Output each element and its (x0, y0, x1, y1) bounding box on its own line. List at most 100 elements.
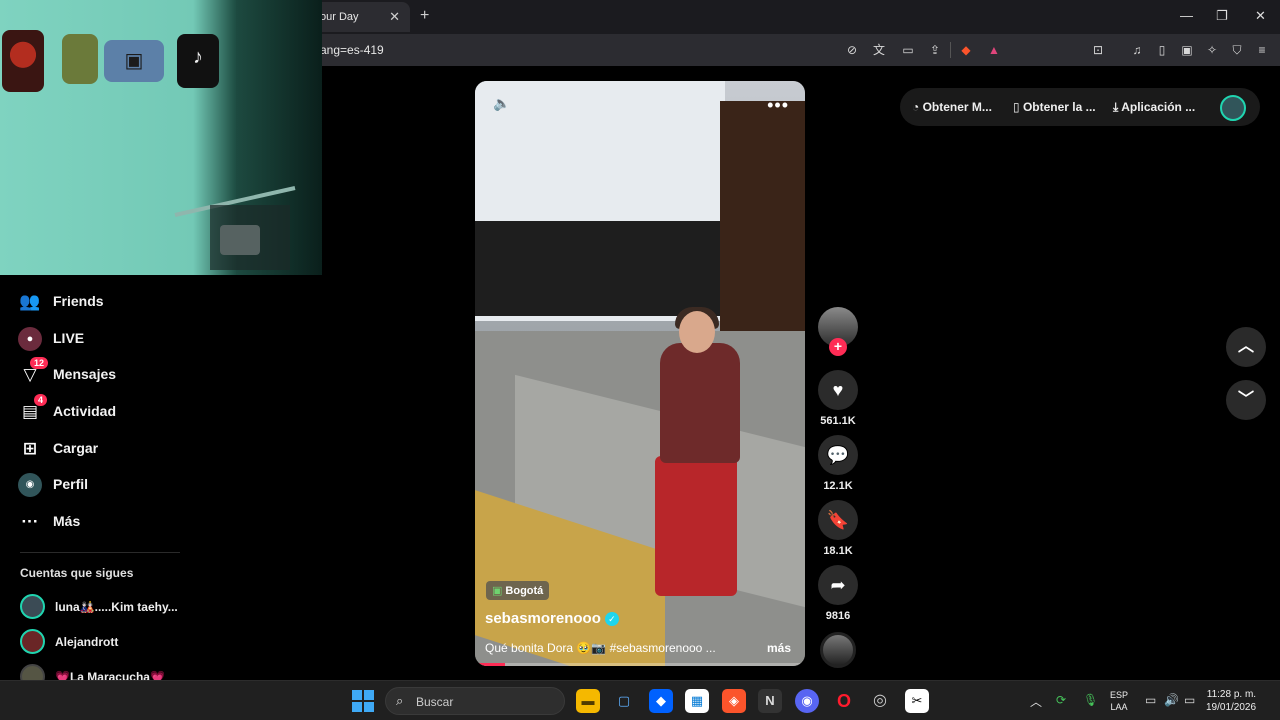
sound-avatar[interactable] (820, 632, 856, 668)
comment-icon[interactable]: 💬 (818, 435, 858, 475)
minimize-button[interactable]: — (1180, 8, 1193, 23)
live-icon: ● (18, 327, 42, 351)
vpn-icon[interactable]: ⛉ (1229, 42, 1245, 58)
more-options-icon[interactable]: ••• (767, 95, 789, 116)
microphone-icon[interactable]: 🎙 (1083, 693, 1098, 707)
following-account-name: luna🎎.....Kim taehy... (55, 600, 178, 614)
user-avatar[interactable] (1220, 95, 1246, 121)
wallet-icon[interactable]: ▣ (1179, 42, 1195, 58)
video-frame-person-legs (655, 456, 737, 596)
capcut-icon[interactable]: ✂ (905, 689, 929, 713)
share-count: 9816 (825, 610, 851, 622)
tiktok-logo-sticker: ♪ (177, 34, 219, 88)
location-label: Bogotá (505, 585, 544, 597)
webcam-overlay: ▣ ♪ (0, 0, 322, 275)
brave-shield-icon[interactable]: ◆ (958, 42, 974, 58)
sync-icon[interactable]: ⟳ (1056, 693, 1066, 707)
maximize-button[interactable]: ❐ (1216, 8, 1228, 24)
get-coins-button[interactable]: ◔ Obtener M... (912, 100, 992, 114)
search-icon: ⌕ (396, 693, 404, 708)
url-text[interactable]: ang=es-419 (320, 43, 384, 57)
sidebar-item-label: Más (53, 513, 81, 529)
video-frame-person-head (679, 311, 715, 353)
share-action[interactable]: ➦ 9816 (818, 565, 858, 622)
twitch-logo-sticker: ▣ (104, 40, 164, 82)
network-icon[interactable]: ▭ (1145, 693, 1156, 707)
input-language[interactable]: ESP LAA (1110, 689, 1128, 713)
close-window-button[interactable]: ✕ (1255, 8, 1266, 24)
tray-chevron-up-icon[interactable]: ︿ (1030, 693, 1042, 710)
desktop-app-label: Aplicación ... (1121, 100, 1196, 114)
sidebar-item-label: Cargar (53, 440, 99, 456)
app-icon[interactable]: ▢ (612, 689, 636, 713)
bookmark-icon[interactable]: 🔖 (818, 500, 858, 540)
heart-icon[interactable]: ♥ (818, 370, 858, 410)
pixel-character-sticker (62, 34, 98, 84)
obs-icon[interactable]: ◎ (868, 689, 892, 713)
volume-icon[interactable]: 🔊 (1164, 693, 1179, 707)
upload-icon: ⊞ (22, 439, 38, 458)
caption-more-link[interactable]: más (767, 641, 791, 655)
share-arrow-icon[interactable]: ➦ (818, 565, 858, 605)
no-translate-icon[interactable]: ⊘ (844, 42, 860, 58)
get-app-button[interactable]: ▯ Obtener la ... (1013, 100, 1096, 114)
share-icon[interactable]: ⇪ (927, 42, 943, 58)
battery-icon[interactable]: ▭ (1184, 693, 1195, 707)
top-actions-bar: ◔ Obtener M... ▯ Obtener la ... ⤓ Aplica… (900, 88, 1260, 126)
menu-icon[interactable]: ≡ (1254, 42, 1270, 58)
microsoft-store-icon[interactable]: ▦ (685, 689, 709, 713)
sidebar-item-label: Actividad (53, 403, 117, 419)
video-frame-building-base (475, 221, 725, 316)
video-author[interactable]: sebasmorenooo ✓ (485, 610, 619, 627)
location-pin-icon: ▣ (492, 585, 503, 597)
next-video-chevron-down-icon[interactable]: ﹀ (1226, 380, 1266, 420)
language-code: ESP (1110, 690, 1129, 700)
cast-icon[interactable]: ▭ (900, 42, 916, 58)
video-frame-person-vest (660, 343, 740, 463)
comment-count: 12.1K (823, 480, 853, 492)
author-name: sebasmorenooo (485, 610, 601, 627)
get-app-label: Obtener la ... (1022, 100, 1096, 114)
sidebar-toggle-icon[interactable]: ▯ (1154, 42, 1170, 58)
windows-taskbar: ⌕ Buscar ▬ ▢ ◆ ▦ ◈ N ◉ O ◎ ✂ ︿ ⟳ 🎙 ESP L… (0, 680, 1280, 720)
new-tab-button[interactable]: + (420, 7, 429, 25)
pixel-cat-sticker (2, 30, 44, 92)
more-icon: ··· (21, 512, 39, 531)
screenshot-icon[interactable]: ⊡ (1090, 42, 1106, 58)
dropbox-icon[interactable]: ◆ (649, 689, 673, 713)
webcam-bike (174, 186, 296, 270)
taskbar-search[interactable]: ⌕ Buscar (385, 687, 565, 715)
verified-icon: ✓ (604, 612, 619, 627)
tab-close-icon[interactable]: ✕ (389, 9, 400, 25)
video-progress-bar[interactable] (475, 663, 805, 666)
windows-start-icon[interactable] (352, 690, 374, 712)
rewards-icon[interactable]: ▲ (986, 42, 1002, 58)
discord-icon[interactable]: ◉ (795, 689, 819, 713)
translate-icon[interactable]: 文 (871, 42, 887, 58)
desktop-app-button[interactable]: ⤓ Aplicación ... (1113, 100, 1195, 115)
file-explorer-icon[interactable]: ▬ (576, 689, 600, 713)
following-section-title: Cuentas que sigues (20, 566, 134, 580)
opera-icon[interactable]: O (832, 689, 856, 713)
activity-badge: 4 (34, 394, 48, 406)
following-account-name: Alejandrott (55, 635, 119, 649)
friends-icon: 👥 (19, 292, 41, 311)
location-tag[interactable]: ▣ Bogotá (486, 581, 550, 600)
save-action[interactable]: 🔖 18.1K (818, 500, 858, 557)
get-coins-label: Obtener M... (922, 100, 992, 114)
system-clock[interactable]: 11:28 p. m. 19/01/2026 (1206, 688, 1256, 714)
brave-browser-icon[interactable]: ◈ (722, 689, 746, 713)
sidebar-item-label: Friends (53, 293, 104, 309)
taskbar-search-placeholder: Buscar (416, 695, 454, 709)
clock-date: 19/01/2026 (1206, 702, 1257, 713)
previous-video-chevron-up-icon[interactable]: ︿ (1226, 327, 1266, 367)
volume-icon[interactable]: 🔈 (493, 95, 510, 112)
leo-ai-icon[interactable]: ✧ (1204, 42, 1220, 58)
music-icon[interactable]: ♫ (1129, 42, 1145, 58)
video-player[interactable]: 🔈 ••• ▣ Bogotá sebasmorenooo ✓ Qué bonita … (475, 81, 805, 666)
like-count: 561.1K (820, 415, 856, 427)
comment-action[interactable]: 💬 12.1K (818, 435, 858, 492)
like-action[interactable]: ♥ 561.1K (818, 370, 858, 427)
notion-icon[interactable]: N (758, 689, 782, 713)
follow-plus-icon[interactable]: + (829, 338, 847, 356)
